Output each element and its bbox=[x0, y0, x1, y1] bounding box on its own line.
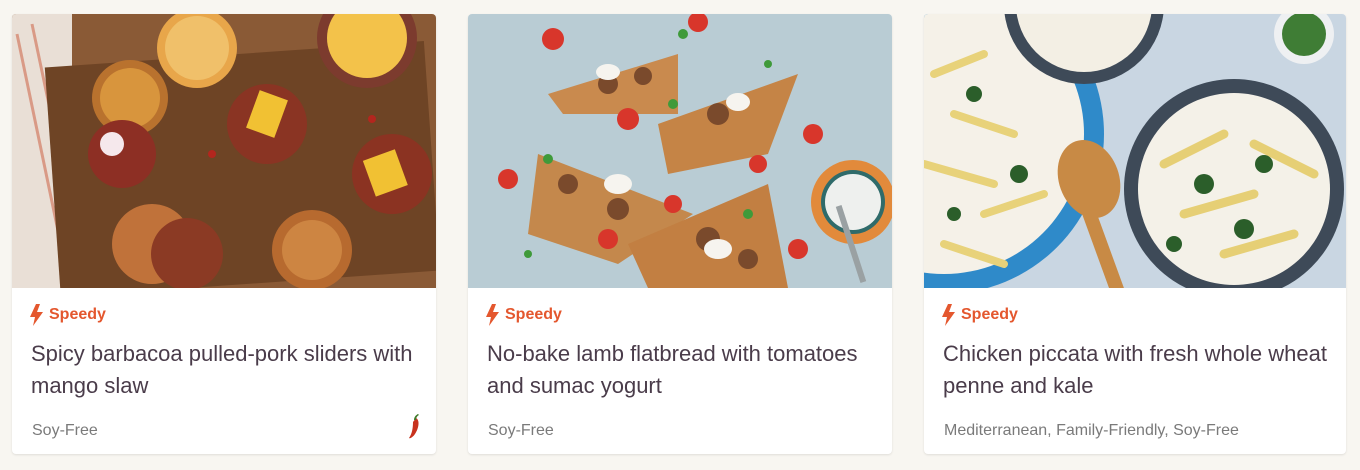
speedy-badge: Speedy bbox=[942, 304, 1018, 326]
bolt-icon bbox=[942, 304, 955, 326]
recipe-title[interactable]: No-bake lamb flatbread with tomatoes and… bbox=[487, 338, 876, 402]
recipe-photo-piccata[interactable] bbox=[924, 14, 1346, 288]
recipe-grid: Speedy Spicy barbacoa pulled-pork slider… bbox=[0, 0, 1360, 470]
recipe-card-piccata[interactable]: Speedy Chicken piccata with fresh whole … bbox=[924, 14, 1346, 454]
recipe-photo-flatbread[interactable] bbox=[468, 14, 892, 288]
recipe-card-flatbread[interactable]: Speedy No-bake lamb flatbread with tomat… bbox=[468, 14, 892, 454]
speedy-badge: Speedy bbox=[30, 304, 106, 326]
speedy-badge: Speedy bbox=[486, 304, 562, 326]
recipe-title[interactable]: Spicy barbacoa pulled-pork sliders with … bbox=[31, 338, 420, 402]
recipe-tags: Mediterranean, Family-Friendly, Soy-Free bbox=[944, 422, 1239, 439]
recipe-card-sliders[interactable]: Speedy Spicy barbacoa pulled-pork slider… bbox=[12, 14, 436, 454]
bolt-icon bbox=[30, 304, 43, 326]
recipe-photo-sliders[interactable] bbox=[12, 14, 436, 288]
speedy-label: Speedy bbox=[49, 306, 106, 323]
recipe-title[interactable]: Chicken piccata with fresh whole wheat p… bbox=[943, 338, 1330, 402]
bolt-icon bbox=[486, 304, 499, 326]
speedy-label: Speedy bbox=[505, 306, 562, 323]
speedy-label: Speedy bbox=[961, 306, 1018, 323]
chili-pepper-icon bbox=[408, 414, 424, 440]
recipe-tags: Soy-Free bbox=[488, 422, 554, 439]
recipe-tags: Soy-Free bbox=[32, 422, 98, 439]
